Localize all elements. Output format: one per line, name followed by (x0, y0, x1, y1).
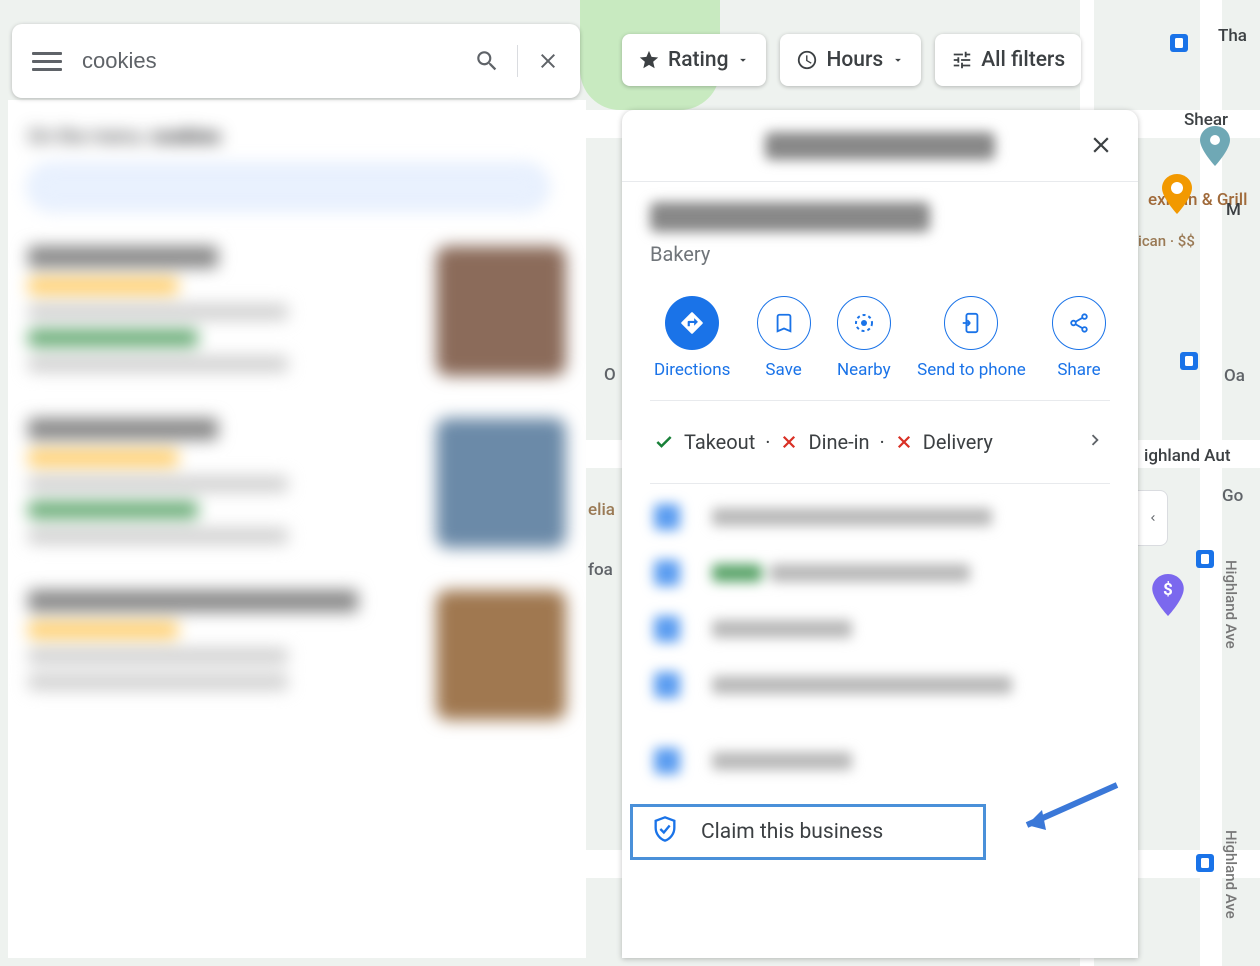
restaurant-pin-icon[interactable] (1162, 174, 1192, 218)
claim-business-button[interactable]: Claim this business (630, 804, 986, 860)
chevron-down-icon (736, 53, 750, 67)
location-pin-icon[interactable] (1200, 126, 1230, 170)
order-online-button[interactable] (28, 164, 548, 210)
check-icon (654, 432, 674, 452)
search-input[interactable] (62, 48, 467, 74)
x-icon (895, 433, 913, 451)
separator: · (880, 430, 885, 454)
nearby-icon (837, 296, 891, 350)
hours-filter-chip[interactable]: Hours (780, 34, 921, 86)
map-distance: Oa (1224, 366, 1245, 386)
action-row: Directions Save Nearby Send to phone (650, 288, 1110, 401)
map-poi-sublabel: ican · $$ (1138, 232, 1195, 250)
result-thumb (436, 418, 566, 548)
service-label: Takeout (684, 430, 755, 454)
chevron-down-icon (891, 53, 905, 67)
action-label: Nearby (837, 360, 891, 380)
result-card[interactable] (28, 418, 566, 554)
separator: · (765, 430, 770, 454)
chip-label: Rating (668, 48, 728, 72)
bookmark-icon (757, 296, 811, 350)
service-options-row[interactable]: Takeout · Dine-in · Delivery (650, 401, 1110, 484)
action-label: Directions (654, 360, 730, 380)
bus-stop-icon[interactable] (1196, 550, 1214, 572)
results-panel[interactable]: On the menu: cookies (8, 100, 586, 958)
action-label: Send to phone (917, 360, 1026, 380)
directions-button[interactable]: Directions (654, 296, 730, 380)
directions-icon (665, 296, 719, 350)
chevron-right-icon[interactable] (1084, 429, 1106, 455)
shop-pin-icon[interactable]: $ (1152, 574, 1184, 620)
map-street-label: Highland Ave (1222, 830, 1240, 919)
clear-search-button[interactable] (528, 41, 568, 81)
result-card[interactable] (28, 246, 566, 382)
map-poi-label[interactable]: ighland Aut (1144, 446, 1230, 466)
business-info-section (650, 484, 1110, 824)
service-label: Delivery (923, 430, 993, 454)
search-bar (12, 24, 580, 98)
tune-icon (951, 49, 973, 71)
share-icon (1052, 296, 1106, 350)
action-label: Save (765, 360, 801, 380)
x-icon (780, 433, 798, 451)
result-card[interactable] (28, 590, 566, 720)
business-type: Bakery (650, 242, 1110, 266)
chip-label: All filters (981, 48, 1065, 72)
business-name (650, 202, 930, 232)
info-row-phone[interactable] (650, 616, 1110, 642)
detail-title (765, 132, 995, 160)
map-label: elia (588, 500, 615, 520)
divider (517, 45, 518, 77)
bus-stop-icon[interactable] (1196, 854, 1214, 876)
map-street-label: Highland Ave (1222, 560, 1240, 649)
map-label: foa (588, 560, 613, 580)
info-row-website[interactable] (650, 672, 1110, 698)
chip-label: Hours (826, 48, 883, 72)
svg-text:$: $ (1163, 580, 1173, 600)
all-filters-chip[interactable]: All filters (935, 34, 1081, 86)
map-label: Go (1222, 486, 1243, 506)
filter-chips: Rating Hours All filters (622, 34, 1081, 86)
clock-icon (796, 49, 818, 71)
map-label: M (1226, 200, 1241, 220)
result-thumb (436, 590, 566, 720)
verified-shield-icon (651, 815, 679, 849)
collapse-panel-button[interactable] (1138, 490, 1168, 546)
info-row-other[interactable] (650, 748, 1110, 774)
service-label: Dine-in (808, 430, 869, 454)
bus-stop-icon[interactable] (1170, 34, 1188, 56)
info-row-address[interactable] (650, 504, 1110, 530)
map-label: Tha (1218, 26, 1247, 46)
phone-send-icon (944, 296, 998, 350)
rating-filter-chip[interactable]: Rating (622, 34, 766, 86)
share-button[interactable]: Share (1052, 296, 1106, 380)
map-label: O (604, 365, 616, 385)
nearby-button[interactable]: Nearby (837, 296, 891, 380)
send-to-phone-button[interactable]: Send to phone (917, 296, 1026, 380)
star-icon (638, 49, 660, 71)
close-panel-button[interactable] (1088, 132, 1116, 160)
bus-stop-icon[interactable] (1180, 352, 1198, 374)
save-button[interactable]: Save (757, 296, 811, 380)
annotation-arrow-icon (1012, 780, 1122, 844)
info-row-hours[interactable] (650, 560, 1110, 586)
menu-button[interactable] (32, 46, 62, 76)
result-thumb (436, 246, 566, 376)
search-button[interactable] (467, 41, 507, 81)
action-label: Share (1057, 360, 1100, 380)
claim-label: Claim this business (701, 820, 883, 844)
on-menu-label: On the menu: cookies (28, 124, 566, 148)
